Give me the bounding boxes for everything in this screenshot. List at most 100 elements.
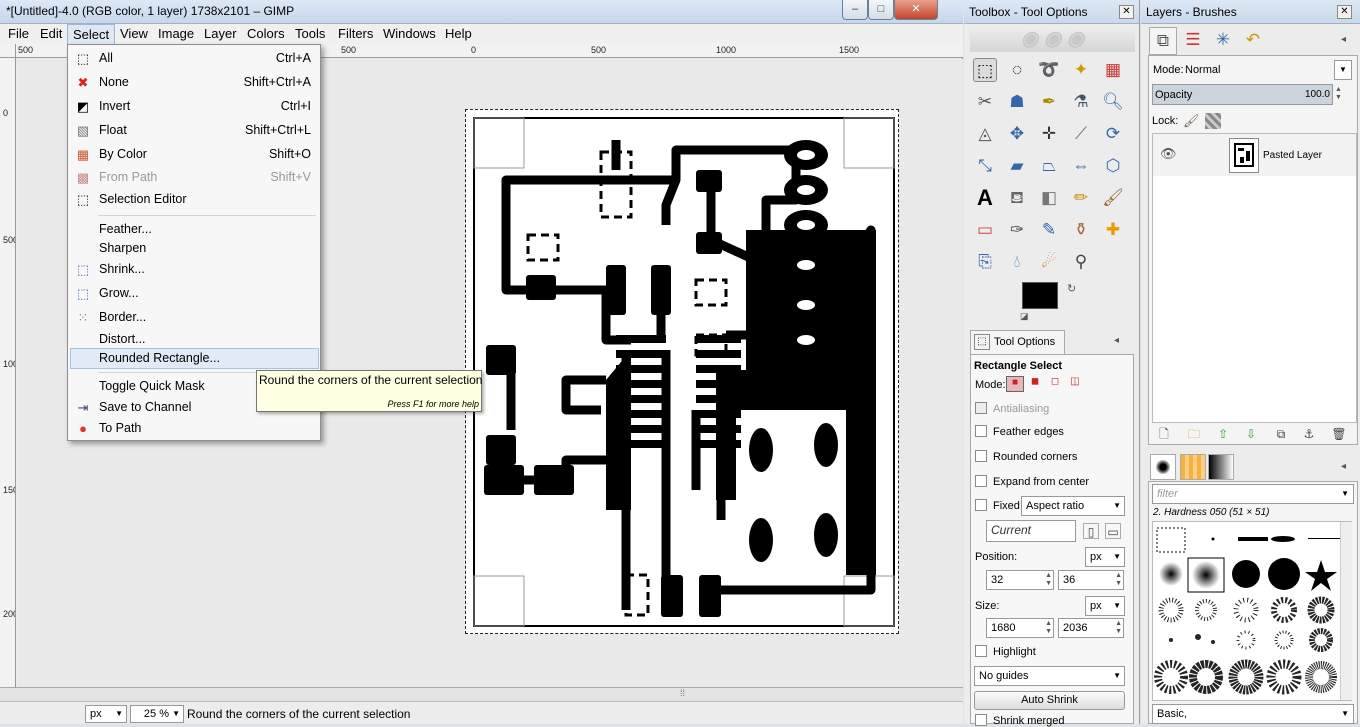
tab-gradients-icon[interactable] xyxy=(1208,454,1234,480)
menu-filters[interactable]: Filters xyxy=(333,24,378,44)
pcb-image[interactable] xyxy=(465,109,899,634)
heal-tool-icon[interactable]: ✚ xyxy=(1101,218,1125,242)
menu-item-rounded-rectangle[interactable]: Rounded Rectangle... xyxy=(70,348,319,369)
toolbox-close-button[interactable]: ✕ xyxy=(1119,5,1134,19)
horizontal-scrollbar[interactable]: ⁞⁞ xyxy=(0,687,963,701)
menu-item-shrink[interactable]: ⬚ Shrink... xyxy=(70,259,319,280)
spin-arrows-icon[interactable]: ▲ ▼ xyxy=(1045,620,1052,636)
shear-tool-icon[interactable]: ▰ xyxy=(1005,154,1029,178)
mode-add-icon[interactable]: ◼ xyxy=(1027,376,1043,392)
blur-sharpen-tool-icon[interactable]: 💧︎ xyxy=(1005,250,1029,274)
menu-item-none[interactable]: ✖ None Shift+Ctrl+A xyxy=(70,72,319,93)
tab-paths-icon[interactable]: ✳ xyxy=(1209,27,1237,55)
perspective-tool-icon[interactable]: ⏢ xyxy=(1037,154,1061,178)
landscape-icon[interactable]: ▭ xyxy=(1105,523,1121,539)
size-unit-select[interactable]: px ▼ xyxy=(1085,596,1125,616)
menu-item-invert[interactable]: ◩ Invert Ctrl+I xyxy=(70,96,319,117)
vertical-ruler[interactable]: 0 500 1000 1500 2000 xyxy=(0,58,16,698)
expand-from-center-checkbox[interactable] xyxy=(975,475,987,487)
menu-tools[interactable]: Tools xyxy=(290,24,330,44)
foreground-select-tool-icon[interactable]: ☗ xyxy=(1005,90,1029,114)
duplicate-layer-icon[interactable]: ⧉ xyxy=(1273,426,1289,442)
antialiasing-option[interactable]: Antialiasing xyxy=(975,402,1049,415)
menu-edit[interactable]: Edit xyxy=(35,24,67,44)
raise-layer-icon[interactable]: ⇧ xyxy=(1215,426,1231,442)
eraser-tool-icon[interactable]: ▭ xyxy=(973,218,997,242)
eye-icon[interactable]: 👁︎ xyxy=(1160,146,1177,162)
foreground-color-swatch[interactable] xyxy=(1022,282,1058,309)
lock-pixels-icon[interactable]: 🖌︎ xyxy=(1183,113,1200,129)
fixed-checkbox[interactable] xyxy=(975,499,987,511)
portrait-icon[interactable]: ▯ xyxy=(1083,523,1099,539)
menu-item-selection-editor[interactable]: ⬚ Selection Editor xyxy=(70,189,319,210)
brush-scrollbar[interactable] xyxy=(1340,522,1352,700)
mode-replace-icon[interactable]: ■ xyxy=(1006,376,1024,392)
rect-select-tool-icon[interactable]: ⬚ xyxy=(973,58,997,82)
default-colors-icon[interactable]: ◪ xyxy=(1020,311,1029,322)
spin-arrows-icon[interactable]: ▲ ▼ xyxy=(1045,572,1052,588)
free-select-tool-icon[interactable]: ➰ xyxy=(1037,58,1061,82)
delete-layer-icon[interactable]: 🗑︎ xyxy=(1331,426,1347,442)
size-width-input[interactable]: 1680 ▲ ▼ xyxy=(986,618,1054,638)
position-unit-select[interactable]: px ▼ xyxy=(1085,547,1125,567)
menu-select[interactable]: Select xyxy=(67,24,116,44)
blend-tool-icon[interactable]: ◧ xyxy=(1037,186,1061,210)
menu-colors[interactable]: Colors xyxy=(242,24,290,44)
guides-select[interactable]: No guides ▼ xyxy=(974,666,1125,686)
new-layer-icon[interactable]: 🗋︎ xyxy=(1156,426,1172,442)
lock-alpha-icon[interactable] xyxy=(1205,113,1221,129)
fuzzy-select-tool-icon[interactable]: ✦ xyxy=(1069,58,1093,82)
ruler-corner[interactable] xyxy=(0,44,16,58)
spin-arrows-icon[interactable]: ▲ ▼ xyxy=(1115,572,1122,588)
mode-subtract-icon[interactable]: ◻ xyxy=(1047,376,1063,392)
menu-image[interactable]: Image xyxy=(153,24,199,44)
tab-brushes[interactable] xyxy=(1150,454,1176,480)
spin-arrows-icon[interactable]: ▲ ▼ xyxy=(1335,86,1342,102)
size-height-input[interactable]: 2036 ▲ ▼ xyxy=(1058,618,1124,638)
move-tool-icon[interactable]: ✥ xyxy=(1005,122,1029,146)
menu-item-border[interactable]: ⁙ Border... xyxy=(70,307,319,328)
unit-select[interactable]: px ▼ xyxy=(85,705,127,723)
close-button[interactable]: ✕ xyxy=(894,0,938,20)
shrink-merged-checkbox[interactable] xyxy=(975,714,987,726)
perspective-clone-tool-icon[interactable]: ⎘ xyxy=(973,250,997,274)
measure-tool-icon[interactable]: ◬ xyxy=(973,122,997,146)
tab-tool-options[interactable]: ⬚ Tool Options xyxy=(970,330,1065,354)
swap-colors-icon[interactable]: ↻ xyxy=(1067,282,1076,295)
tab-menu-icon[interactable]: ◂ xyxy=(1114,335,1119,346)
tab-patterns-icon[interactable] xyxy=(1180,454,1206,480)
layer-row[interactable]: 👁︎ Pasted Layer xyxy=(1153,134,1356,176)
aspect-value-field[interactable]: Current xyxy=(986,520,1076,542)
position-x-input[interactable]: 32 ▲ ▼ xyxy=(986,570,1054,590)
menu-view[interactable]: View xyxy=(115,24,153,44)
mode-intersect-icon[interactable]: ◫ xyxy=(1067,376,1083,392)
scissors-tool-icon[interactable]: ✂ xyxy=(973,90,997,114)
zoom-select[interactable]: 25 % ▼ xyxy=(130,705,184,723)
zoom-tool-icon[interactable]: 🔍︎ xyxy=(1101,90,1125,114)
menu-item-sharpen[interactable]: Sharpen xyxy=(70,238,319,259)
dodge-burn-tool-icon[interactable]: ⚲ xyxy=(1069,250,1093,274)
minimize-button[interactable]: – xyxy=(842,0,868,20)
menu-item-grow[interactable]: ⬚ Grow... xyxy=(70,283,319,304)
menu-item-all[interactable]: ⬚ All Ctrl+A xyxy=(70,48,319,69)
cage-transform-tool-icon[interactable]: ⬡ xyxy=(1101,154,1125,178)
expand-from-center-option[interactable]: Expand from center xyxy=(975,475,1089,488)
highlight-checkbox[interactable] xyxy=(975,645,987,657)
layer-mode-value[interactable]: Normal xyxy=(1185,64,1220,76)
align-tool-icon[interactable]: ✛ xyxy=(1037,122,1061,146)
layers-close-button[interactable]: ✕ xyxy=(1337,5,1352,19)
rounded-corners-option[interactable]: Rounded corners xyxy=(975,450,1077,463)
feather-edges-checkbox[interactable] xyxy=(975,425,987,437)
scale-tool-icon[interactable]: ⤡ xyxy=(973,154,997,178)
fixed-option[interactable]: Fixed: xyxy=(975,499,1023,512)
text-tool-icon[interactable]: A xyxy=(973,186,997,210)
menu-item-feather[interactable]: Feather... xyxy=(70,219,319,240)
rounded-corners-checkbox[interactable] xyxy=(975,450,987,462)
brush-grid[interactable] xyxy=(1152,521,1352,701)
bucket-fill-tool-icon[interactable]: ⛾ xyxy=(1005,186,1029,210)
menu-help[interactable]: Help xyxy=(440,24,477,44)
select-by-color-tool-icon[interactable]: ▦ xyxy=(1101,58,1125,82)
tab-channels-icon[interactable]: ☰ xyxy=(1179,27,1207,55)
auto-shrink-button[interactable]: Auto Shrink xyxy=(974,691,1125,710)
new-layer-group-icon[interactable]: 🗀︎ xyxy=(1186,426,1202,442)
